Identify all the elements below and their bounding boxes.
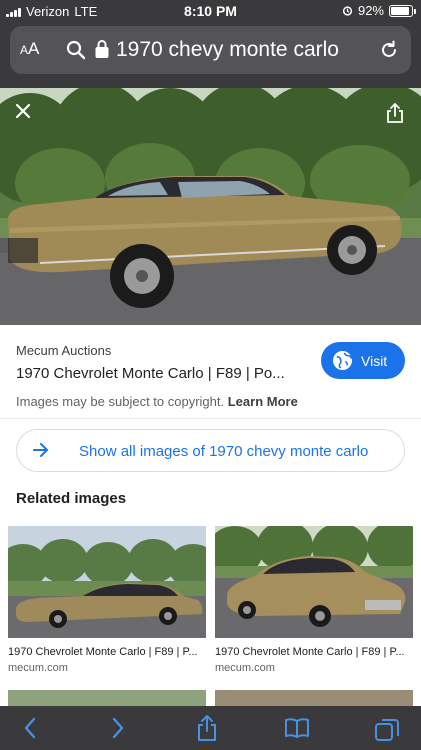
show-all-images-button[interactable]: Show all images of 1970 chevy monte carl… [16, 429, 405, 472]
related-image-card[interactable]: 1970 Chevrolet Monte Carlo | F89 | P... … [215, 526, 413, 674]
tabs-icon[interactable] [374, 716, 400, 742]
copyright-notice: Images may be subject to copyright. Lear… [16, 394, 298, 409]
browser-toolbar [0, 706, 421, 750]
related-image-domain: mecum.com [215, 662, 275, 674]
related-image-caption[interactable]: 1970 Chevrolet Monte Carlo | F89 | P... [8, 646, 206, 658]
show-all-label: Show all images of 1970 chevy monte carl… [79, 443, 369, 460]
divider [0, 418, 421, 419]
related-image-domain: mecum.com [8, 662, 68, 674]
text-size-button[interactable]: AA [20, 39, 39, 59]
related-image-caption[interactable]: 1970 Chevrolet Monte Carlo | F89 | P... [215, 646, 413, 658]
status-bar: Verizon LTE 8:10 PM 92% [0, 0, 421, 22]
related-image-thumbnail[interactable] [8, 526, 206, 638]
address-bar[interactable]: AA 1970 chevy monte carlo [10, 26, 411, 74]
bookmarks-icon[interactable] [284, 716, 310, 740]
url-text[interactable]: 1970 chevy monte carlo [116, 38, 339, 62]
learn-more-link[interactable]: Learn More [228, 394, 298, 409]
car-photo [0, 88, 421, 325]
result-title[interactable]: 1970 Chevrolet Monte Carlo | F89 | Po... [16, 365, 285, 382]
battery-percent: 92% [357, 3, 384, 18]
related-image-thumbnail[interactable] [8, 690, 206, 706]
related-image-thumbnail[interactable] [215, 690, 413, 706]
copyright-text: Images may be subject to copyright. [16, 394, 225, 409]
related-image-thumbnail[interactable] [215, 526, 413, 638]
share-icon[interactable] [386, 102, 404, 124]
browser-chrome: Verizon LTE 8:10 PM 92% AA 1970 chevy mo… [0, 0, 421, 88]
forward-icon[interactable] [110, 716, 126, 740]
main-image[interactable] [0, 88, 421, 325]
back-icon[interactable] [22, 716, 38, 740]
related-images-heading: Related images [16, 490, 127, 507]
alarm-icon [342, 6, 353, 16]
search-icon [66, 40, 86, 60]
result-source: Mecum Auctions [16, 343, 112, 358]
close-icon[interactable] [15, 103, 31, 119]
arrow-right-icon [33, 443, 48, 457]
share-icon[interactable] [196, 714, 218, 742]
lock-icon [95, 40, 109, 58]
battery-icon [389, 4, 416, 17]
visit-button[interactable]: Visit [321, 342, 405, 379]
globe-icon [332, 350, 353, 371]
reload-icon[interactable] [379, 39, 399, 61]
visit-label: Visit [361, 353, 388, 369]
related-image-card[interactable]: 1970 Chevrolet Monte Carlo | F89 | P... … [8, 526, 206, 674]
